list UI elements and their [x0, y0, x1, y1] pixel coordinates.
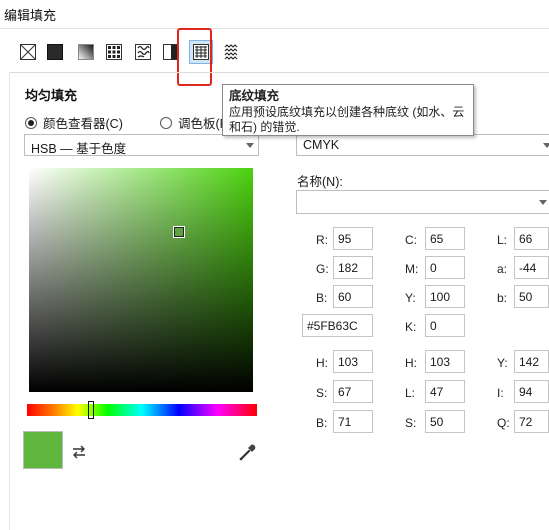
hsb-b-input[interactable]: 71	[333, 410, 373, 433]
chevron-down-icon	[543, 143, 549, 148]
tab-two-color-pattern-fill[interactable]	[161, 42, 181, 62]
lab-a-label: a:	[497, 262, 508, 276]
section-title: 均匀填充	[25, 88, 78, 103]
chevron-down-icon	[246, 143, 254, 148]
g-input[interactable]: 182	[333, 256, 373, 279]
postscript-fill-icon	[224, 44, 238, 60]
color-space-select[interactable]: CMYK	[296, 134, 549, 156]
b-input[interactable]: 60	[333, 285, 373, 308]
hsb-b-label: B:	[316, 416, 328, 430]
vector-pattern-icon	[106, 44, 122, 60]
k-label: K:	[405, 320, 417, 334]
window-title: 编辑填充	[4, 8, 57, 23]
hls-s-input[interactable]: 50	[425, 410, 465, 433]
hue-slider-handle[interactable]	[88, 401, 94, 419]
tab-vector-pattern-fill[interactable]	[104, 42, 124, 62]
hsb-h-input[interactable]: 103	[333, 350, 373, 373]
tab-uniform-fill[interactable]	[45, 42, 65, 62]
uniform-fill-icon	[47, 44, 63, 60]
y-label: Y:	[405, 291, 416, 305]
c-input[interactable]: 65	[425, 227, 465, 250]
saturation-brightness-picker[interactable]	[29, 168, 253, 392]
no-fill-icon	[20, 44, 36, 60]
hls-s-label: S:	[405, 416, 417, 430]
name-label: 名称(N):	[297, 175, 343, 189]
m-label: M:	[405, 262, 419, 276]
radio-dot	[160, 116, 172, 129]
content-frame-left	[9, 72, 10, 530]
m-input[interactable]: 0	[425, 256, 465, 279]
yiq-q-input[interactable]: 72	[514, 410, 549, 433]
tooltip: 底纹填充 应用预设底纹填充以创建各种底纹 (如水、云和石) 的错觉.	[222, 84, 474, 136]
hsb-h-label: H:	[316, 356, 328, 370]
g-label: G:	[316, 262, 329, 276]
tab-texture-fill[interactable]	[191, 42, 211, 62]
hls-l-input[interactable]: 47	[425, 380, 465, 403]
lab-b-label: b:	[497, 291, 508, 305]
k-input[interactable]: 0	[425, 314, 465, 337]
chevron-down-icon	[539, 200, 547, 205]
hue-slider[interactable]	[27, 404, 257, 416]
lab-l-input[interactable]: 66	[514, 227, 549, 250]
radio-dot	[25, 116, 37, 129]
b-label: B:	[316, 291, 328, 305]
bitmap-pattern-icon	[135, 44, 151, 60]
title-bar: 编辑填充	[0, 0, 549, 28]
hsb-s-label: S:	[316, 386, 328, 400]
color-model-select[interactable]: HSB — 基于色度	[24, 134, 259, 156]
fountain-fill-icon	[78, 44, 94, 60]
lab-a-input[interactable]: -44	[514, 256, 549, 279]
eyedropper-icon[interactable]	[238, 442, 258, 465]
tooltip-body: 应用预设底纹填充以创建各种底纹 (如水、云和石) 的错觉.	[229, 105, 465, 134]
hls-h-input[interactable]: 103	[425, 350, 465, 373]
c-label: C:	[405, 233, 417, 247]
content-frame-top	[9, 72, 549, 73]
title-separator	[0, 28, 549, 29]
select-value: HSB — 基于色度	[31, 142, 127, 156]
tab-no-fill[interactable]	[18, 42, 38, 62]
yiq-i-input[interactable]: 94	[514, 380, 549, 403]
r-input[interactable]: 95	[333, 227, 373, 250]
yiq-y-input[interactable]: 142	[514, 350, 549, 373]
yiq-i-label: I:	[497, 386, 504, 400]
tab-fountain-fill[interactable]	[76, 42, 96, 62]
select-value: CMYK	[303, 138, 340, 152]
tab-bitmap-pattern-fill[interactable]	[133, 42, 153, 62]
hls-h-label: H:	[405, 356, 417, 370]
color-swatch	[23, 431, 63, 469]
hsb-s-input[interactable]: 67	[333, 380, 373, 403]
yiq-q-label: Q:	[497, 416, 510, 430]
texture-fill-icon	[193, 44, 209, 60]
tooltip-title: 底纹填充	[229, 89, 280, 103]
swap-icon[interactable]	[70, 443, 88, 464]
hex-input[interactable]: #5FB63C	[302, 314, 373, 337]
radio-color-viewers[interactable]: 颜色查看器(C)	[25, 113, 123, 132]
y-input[interactable]: 100	[425, 285, 465, 308]
yiq-y-label: Y:	[497, 356, 508, 370]
name-combobox[interactable]	[296, 190, 549, 214]
hls-l-label: L:	[405, 386, 416, 400]
lab-b-input[interactable]: 50	[514, 285, 549, 308]
radio-label: 颜色查看器(C)	[43, 117, 123, 131]
lab-l-label: L:	[497, 233, 508, 247]
picker-handle[interactable]	[174, 227, 184, 237]
r-label: R:	[316, 233, 328, 247]
two-color-pattern-icon	[163, 44, 179, 60]
tab-postscript-fill[interactable]	[221, 42, 241, 62]
